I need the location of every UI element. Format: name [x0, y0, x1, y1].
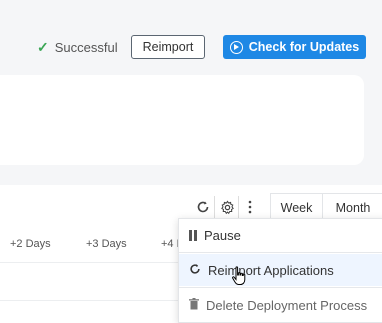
actions-menu: Pause Reimport Applications Delete Deplo… — [178, 218, 382, 323]
timeline-column-header: +3 Days — [86, 238, 127, 250]
refresh-icon — [189, 263, 201, 278]
check-icon: ✓ — [37, 38, 49, 55]
status-indicator: ✓ Successful — [37, 38, 118, 56]
row-divider — [0, 300, 180, 301]
content-card — [0, 75, 364, 165]
timeline-column-header: +2 Days — [10, 238, 51, 250]
menu-item-pause[interactable]: Pause — [179, 219, 382, 251]
menu-item-label: Pause — [204, 227, 241, 243]
hand-cursor-icon — [231, 266, 247, 286]
menu-item-reimport-applications[interactable]: Reimport Applications — [179, 254, 382, 286]
pause-icon — [189, 229, 197, 241]
more-vertical-icon[interactable] — [241, 197, 259, 217]
timeline-column-header: +4 Days — [161, 238, 178, 250]
menu-item-label: Reimport Applications — [208, 262, 334, 278]
trash-icon — [189, 297, 199, 313]
check-for-updates-label: Check for Updates — [248, 40, 360, 54]
menu-item-label: Delete Deployment Process — [206, 297, 368, 313]
menu-divider — [179, 287, 382, 288]
toolbar-divider — [238, 196, 239, 218]
reimport-button[interactable]: Reimport — [131, 35, 205, 59]
row-divider — [0, 262, 180, 263]
check-for-updates-button[interactable]: Check for Updates — [223, 35, 366, 59]
refresh-icon[interactable] — [194, 197, 212, 217]
play-circle-icon — [229, 40, 243, 54]
menu-item-delete-deployment-process[interactable]: Delete Deployment Process — [179, 289, 382, 321]
gear-icon[interactable] — [218, 197, 236, 217]
menu-divider — [179, 252, 382, 253]
status-text: Successful — [54, 39, 118, 55]
toolbar-divider — [214, 196, 215, 218]
